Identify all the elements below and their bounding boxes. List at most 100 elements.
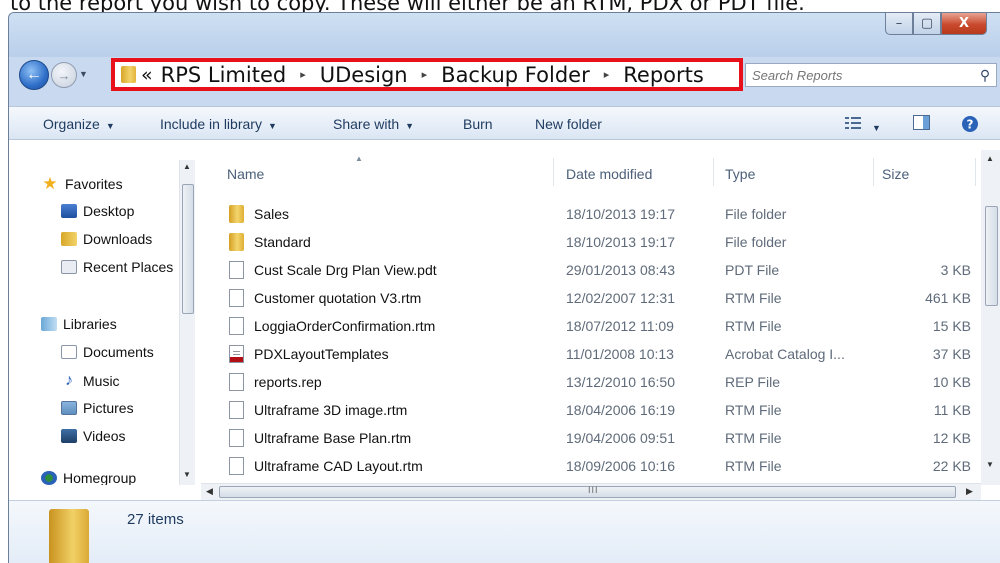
file-row[interactable]: Sales 18/10/2013 19:17 File folder [195,200,985,228]
file-name: Ultraframe CAD Layout.rtm [254,458,423,474]
preview-pane-icon [913,115,930,130]
chevron-down-icon: ▼ [267,121,277,131]
chevron-down-icon: ▼ [105,121,115,131]
preview-pane-button[interactable] [913,115,931,131]
nav-homegroup[interactable]: Homegroup [41,470,136,485]
address-bar-breadcrumb[interactable]: « RPS Limited ▸ UDesign ▸ Backup Folder … [111,58,743,91]
nav-music[interactable]: ♪ Music [61,372,120,390]
file-row[interactable]: Ultraframe CAD Layout.rtm 18/09/2006 10:… [195,452,985,480]
nav-recent-places-label: Recent Places [83,259,174,275]
file-row[interactable]: PDXLayoutTemplates 11/01/2008 10:13 Acro… [195,340,985,368]
include-in-library-menu[interactable]: Include in library ▼ [160,116,277,132]
navigation-pane: ★ Favorites Desktop Downloads Recent Plac… [9,140,187,485]
help-button[interactable]: ? [961,115,979,132]
file-row[interactable]: Standard 18/10/2013 19:17 File folder [195,228,985,256]
large-folder-icon [49,509,89,563]
nav-pane-vertical-scrollbar[interactable]: ▲ ▼ [179,160,195,485]
search-box: ⚲ [745,63,997,87]
column-divider[interactable] [873,158,874,186]
scroll-up-arrow-icon[interactable]: ▲ [183,162,191,171]
window-controls: – ▢ X [885,13,987,35]
nav-recent-places[interactable]: Recent Places [61,259,173,275]
burn-button[interactable]: Burn [463,116,493,132]
new-folder-button[interactable]: New folder [535,116,602,132]
nav-favorites[interactable]: ★ Favorites [41,174,123,194]
scroll-down-arrow-icon[interactable]: ▼ [183,470,191,479]
file-row[interactable]: Ultraframe Base Plan.rtm 19/04/2006 09:5… [195,424,985,452]
column-divider[interactable] [975,158,976,186]
nav-desktop[interactable]: Desktop [61,203,134,219]
file-name: PDXLayoutTemplates [254,346,389,362]
scroll-right-arrow-icon[interactable]: ▶ [966,486,973,497]
horizontal-scroll-thumb[interactable]: III [219,485,956,498]
nav-documents[interactable]: Documents [61,344,154,360]
nav-desktop-label: Desktop [83,203,135,219]
file-date-modified: 18/09/2006 10:16 [566,458,675,474]
file-row[interactable]: Customer quotation V3.rtm 12/02/2007 12:… [195,284,985,312]
file-date-modified: 19/04/2006 09:51 [566,430,675,446]
file-row[interactable]: reports.rep 13/12/2010 16:50 REP File 10… [195,368,985,396]
share-with-menu[interactable]: Share with ▼ [333,116,414,132]
nav-downloads-label: Downloads [83,231,153,247]
breadcrumb-separator-icon[interactable]: ▸ [604,68,610,81]
nav-pane-scroll-thumb[interactable] [182,184,194,314]
command-bar: Organize ▼ Include in library ▼ Share with… [9,106,1000,140]
scroll-down-arrow-icon[interactable]: ▼ [986,460,994,469]
scroll-up-arrow-icon[interactable]: ▲ [986,154,994,163]
column-header-name[interactable]: Name [227,166,264,182]
nav-videos-label: Videos [83,428,126,444]
change-view-button[interactable] [845,115,863,131]
downloads-folder-icon [61,232,77,246]
breadcrumb-separator-icon[interactable]: ▸ [422,68,428,81]
recent-pages-dropdown-icon[interactable]: ▼ [79,69,88,79]
file-list-vertical-scrollbar[interactable]: ▲ ▼ [981,150,1000,485]
breadcrumb-reports[interactable]: Reports [623,63,704,87]
file-row[interactable]: Cust Scale Drg Plan View.pdt 29/01/2013 … [195,256,985,284]
column-header-type[interactable]: Type [725,166,755,182]
nav-downloads[interactable]: Downloads [61,231,152,247]
search-input[interactable] [746,67,974,83]
file-list: ▲ Name Date modified Type Size Sales 18/… [195,140,1000,485]
file-name: Customer quotation V3.rtm [254,290,422,306]
column-divider[interactable] [553,158,554,186]
file-row[interactable]: LoggiaOrderConfirmation.rtm 18/07/2012 1… [195,312,985,340]
file-list-scroll-thumb[interactable] [985,206,998,306]
column-header-size[interactable]: Size [882,166,909,182]
column-header-date-modified[interactable]: Date modified [566,166,652,182]
document-file-icon [229,429,244,447]
forward-button[interactable]: → [51,62,77,88]
nav-pictures[interactable]: Pictures [61,400,134,416]
nav-pictures-label: Pictures [83,400,134,416]
nav-libraries[interactable]: Libraries [41,316,117,332]
column-divider[interactable] [713,158,714,186]
breadcrumb-overflow-chevron[interactable]: « [141,64,153,86]
file-row[interactable]: Ultraframe 3D image.rtm 18/04/2006 16:19… [195,396,985,424]
libraries-icon [41,317,57,331]
file-date-modified: 29/01/2013 08:43 [566,262,675,278]
nav-favorites-label: Favorites [65,176,123,192]
nav-music-label: Music [83,373,120,389]
music-note-icon: ♪ [65,372,73,389]
minimize-button[interactable]: – [885,13,913,35]
document-file-icon [229,373,244,391]
nav-videos[interactable]: Videos [61,428,126,444]
close-button[interactable]: X [941,13,987,35]
file-list-horizontal-scrollbar[interactable]: ◀ III ▶ [201,483,981,500]
breadcrumb-rps-limited[interactable]: RPS Limited [161,63,287,87]
homegroup-icon [41,471,57,485]
maximize-button[interactable]: ▢ [913,13,941,35]
search-icon[interactable]: ⚲ [974,67,996,84]
videos-icon [61,429,77,443]
file-type: RTM File [725,318,782,334]
view-list-icon [845,117,861,129]
breadcrumb-udesign[interactable]: UDesign [320,63,408,87]
item-count: 27 items [127,511,184,528]
organize-menu[interactable]: Organize ▼ [43,116,115,132]
breadcrumb-separator-icon[interactable]: ▸ [300,68,306,81]
share-with-label: Share with [333,116,400,132]
scroll-left-arrow-icon[interactable]: ◀ [206,486,213,497]
file-name: Standard [254,234,311,250]
back-button[interactable]: ← [19,60,49,90]
view-options-chevron-icon[interactable]: ▼ [872,118,881,134]
breadcrumb-backup-folder[interactable]: Backup Folder [441,63,590,87]
